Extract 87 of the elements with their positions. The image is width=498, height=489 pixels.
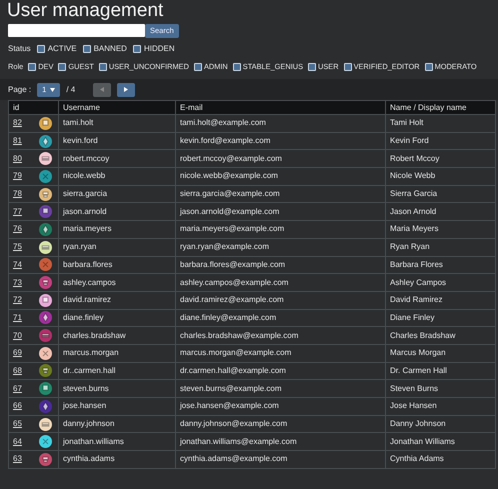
- table-cell: Maria Meyers: [386, 220, 496, 238]
- table-cell: cynthia.adams@example.com: [176, 450, 386, 468]
- table-cell: ryan.ryan: [58, 238, 176, 256]
- table-cell: Jason Arnold: [386, 202, 496, 221]
- table-cell: Sierra Garcia: [386, 185, 496, 203]
- checkbox[interactable]: [232, 62, 241, 71]
- checkbox-label[interactable]: BANNED: [94, 43, 127, 55]
- table-cell: ryan.ryan@example.com: [176, 238, 386, 256]
- table-cell: robert.mccoy: [58, 150, 176, 168]
- table-cell: David Ramirez: [386, 291, 496, 310]
- page-total: / 4: [66, 84, 76, 96]
- table-cell: Tami Holt: [386, 114, 496, 132]
- checkbox[interactable]: [58, 62, 66, 71]
- checkbox[interactable]: [308, 62, 316, 71]
- checkbox[interactable]: [98, 62, 107, 71]
- checkbox[interactable]: [194, 62, 202, 71]
- filter-label: Status: [8, 43, 31, 55]
- table-cell: marcus.morgan: [58, 344, 176, 362]
- table-cell: robert.mccoy@example.com: [176, 150, 386, 168]
- table-cell: steven.burns: [58, 380, 176, 398]
- checkbox[interactable]: [132, 45, 141, 53]
- table-cell: marcus.morgan@example.com: [176, 344, 386, 362]
- table-cell: Marcus Morgan: [386, 344, 496, 362]
- checkbox-label[interactable]: HIDDEN: [144, 43, 175, 55]
- table-cell: Danny Johnson: [386, 415, 496, 433]
- table-cell: Dr. Carmen Hall: [386, 362, 496, 380]
- caret-icon: [50, 88, 56, 92]
- table-cell: jonathan.williams: [58, 432, 176, 451]
- table-cell: Jonathan Williams: [386, 432, 496, 451]
- table-cell: nicole.webb: [58, 168, 176, 186]
- table-cell: jason.arnold@example.com: [176, 202, 386, 221]
- table-cell: Diane Finley: [386, 309, 496, 327]
- table-cell: steven.burns@example.com: [176, 380, 386, 398]
- table-cell: jose.hansen: [58, 398, 176, 416]
- checkbox[interactable]: [344, 62, 352, 71]
- table-cell: ashley.campos: [58, 274, 176, 292]
- table-cell: dr..carmen.hall: [58, 362, 176, 380]
- table-cell: Jose Hansen: [386, 398, 496, 416]
- search-field[interactable]: [8, 24, 145, 37]
- table-cell: danny.johnson@example.com: [176, 415, 386, 433]
- table-cell: Barbara Flores: [386, 256, 496, 274]
- table-cell: charles.bradshaw: [58, 326, 176, 344]
- table-cell: david.ramirez@example.com: [176, 291, 386, 310]
- column-header: Name / Display name: [386, 100, 496, 114]
- table-cell: Charles Bradshaw: [386, 326, 496, 344]
- table-cell: jason.arnold: [58, 202, 176, 221]
- table-cell: kevin.ford@example.com: [176, 132, 386, 150]
- checkbox[interactable]: [424, 62, 433, 71]
- table-cell: Ashley Campos: [386, 274, 496, 292]
- table-cell: sierra.garcia@example.com: [176, 185, 386, 203]
- column-header: E-mail: [176, 100, 386, 114]
- checkbox-label[interactable]: ACTIVE: [48, 43, 77, 55]
- table-cell: barbara.flores: [58, 256, 176, 274]
- right-triangle-icon: [124, 87, 128, 92]
- table-cell: diane.finley: [58, 309, 176, 327]
- table-cell: charles.bradshaw@example.com: [176, 326, 386, 344]
- table-cell: Nicole Webb: [386, 168, 496, 186]
- table-cell: david.ramirez: [58, 291, 176, 310]
- page-title: User management: [7, 0, 164, 22]
- table-cell: danny.johnson: [58, 415, 176, 433]
- left-triangle-icon: [100, 87, 104, 92]
- page-label: Page :: [8, 84, 32, 96]
- table-cell: dr.carmen.hall@example.com: [176, 362, 386, 380]
- table-cell: Ryan Ryan: [386, 238, 496, 256]
- table-cell: tami.holt@example.com: [176, 114, 386, 132]
- table-cell: ashley.campos@example.com: [176, 274, 386, 292]
- table-cell: Cynthia Adams: [386, 450, 496, 468]
- table-cell: diane.finley@example.com: [176, 309, 386, 327]
- table-cell: jonathan.williams@example.com: [176, 432, 386, 451]
- table-cell: sierra.garcia: [58, 185, 176, 203]
- table-cell: maria.meyers: [58, 220, 176, 238]
- column-header: id: [8, 100, 30, 114]
- column-header: Username: [58, 100, 176, 114]
- table-cell: barbara.flores@example.com: [176, 256, 386, 274]
- checkbox[interactable]: [82, 45, 91, 53]
- table-cell: tami.holt: [58, 114, 176, 132]
- table-cell: jose.hansen@example.com: [176, 398, 386, 416]
- table-cell: nicole.webb@example.com: [176, 168, 386, 186]
- checkbox[interactable]: [28, 62, 36, 71]
- table-cell: Kevin Ford: [386, 132, 496, 150]
- table-cell: maria.meyers@example.com: [176, 220, 386, 238]
- table-cell: Robert Mccoy: [386, 150, 496, 168]
- next-page-button[interactable]: [117, 82, 136, 96]
- checkbox[interactable]: [36, 45, 45, 53]
- table-cell: kevin.ford: [58, 132, 176, 150]
- table-cell: cynthia.adams: [58, 450, 176, 468]
- table-cell: Steven Burns: [386, 380, 496, 398]
